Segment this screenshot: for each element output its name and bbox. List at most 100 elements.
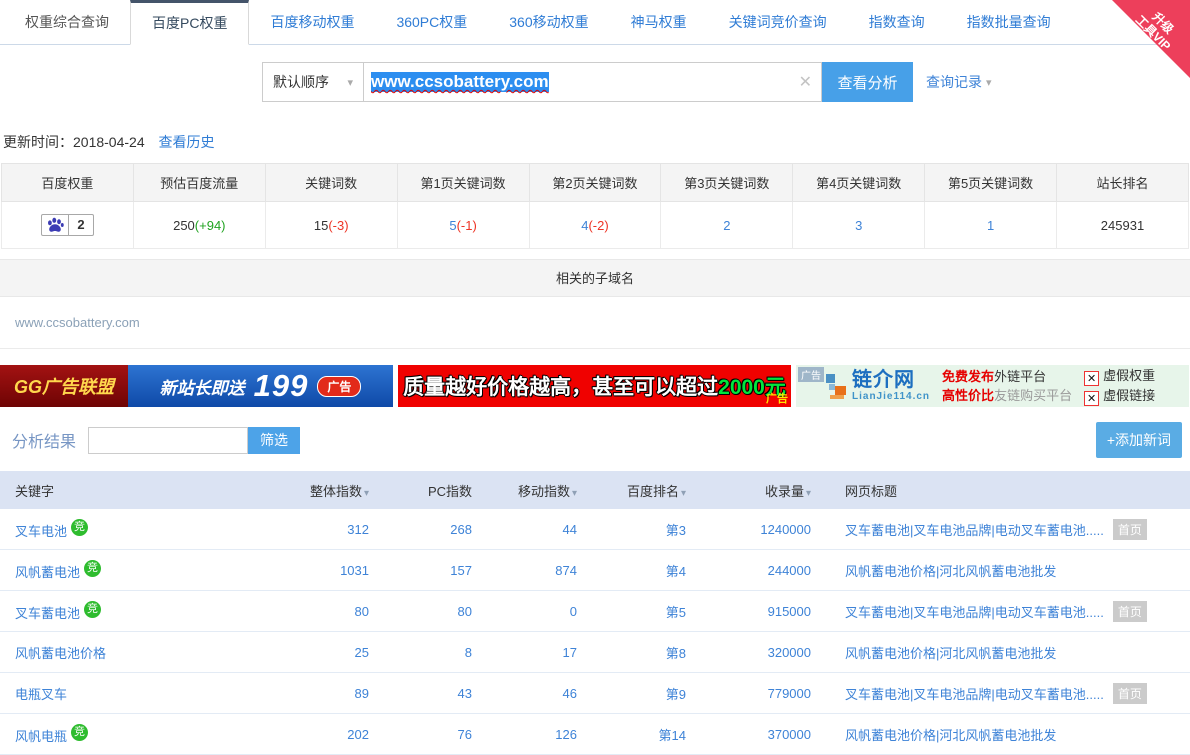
keyword-cell: 风帆电瓶竞 — [0, 724, 300, 745]
column-header-1[interactable]: 整体指数▾ — [300, 481, 375, 500]
ad-banner-price[interactable]: 质量越好价格越高，甚至可以超过2000元 广告 — [398, 365, 791, 407]
overall-index-value[interactable]: 80 — [355, 604, 369, 619]
tab-360-pc-weight[interactable]: 360PC权重 — [375, 0, 488, 44]
rank-cell: 245931 — [1057, 202, 1189, 249]
mobile-index-value[interactable]: 126 — [555, 727, 577, 742]
sort-caret-icon[interactable]: ▾ — [806, 488, 811, 499]
page-title-link[interactable]: 风帆蓄电池价格|河北风帆蓄电池批发 — [845, 643, 1056, 662]
overall-index-value[interactable]: 1031 — [340, 563, 369, 578]
query-records-label: 查询记录 — [926, 72, 982, 92]
tab-360-mobile-weight[interactable]: 360移动权重 — [488, 0, 609, 44]
keyword-link[interactable]: 风帆蓄电池 — [15, 565, 80, 580]
baidu-rank-value[interactable]: 第3 — [666, 523, 686, 538]
collected-cell: 915000 — [692, 604, 817, 619]
keyword-link[interactable]: 叉车电池 — [15, 524, 67, 539]
ad3-line2-lead: 高性价比 — [942, 388, 994, 403]
ad-banner-gg-union[interactable]: GG广告联盟 新站长即送 199 广告 — [0, 365, 393, 407]
page3-value[interactable]: 2 — [723, 218, 730, 233]
page-title-cell: 风帆蓄电池价格|河北风帆蓄电池批发 — [817, 725, 1190, 744]
view-history-link[interactable]: 查看历史 — [159, 134, 215, 150]
tab-index-batch-query[interactable]: 指数批量查询 — [946, 0, 1072, 44]
baidu-rank-cell: 第4 — [583, 561, 692, 580]
sort-caret-icon[interactable]: ▾ — [364, 488, 369, 499]
page5-value[interactable]: 1 — [987, 218, 994, 233]
search-input[interactable]: www.ccsobattery.com ✕ — [364, 62, 822, 102]
keyword-link[interactable]: 电瓶叉车 — [15, 687, 67, 702]
baidu-weight-badge[interactable]: 2 — [41, 214, 93, 236]
tab-baidu-pc-weight[interactable]: 百度PC权重 — [130, 0, 249, 45]
mobile-index-cell: 46 — [478, 686, 583, 701]
pc-index-value[interactable]: 76 — [458, 727, 472, 742]
chevron-down-icon: ▾ — [347, 76, 353, 89]
overall-index-value[interactable]: 89 — [355, 686, 369, 701]
sort-caret-icon[interactable]: ▾ — [681, 488, 686, 499]
filter-input[interactable] — [88, 427, 248, 454]
tab-baidu-mobile-weight[interactable]: 百度移动权重 — [249, 0, 375, 44]
column-header-5[interactable]: 收录量▾ — [692, 481, 817, 500]
overall-index-value[interactable]: 202 — [347, 727, 369, 742]
page4-value[interactable]: 3 — [855, 218, 862, 233]
pc-index-value[interactable]: 268 — [450, 522, 472, 537]
pc-index-value[interactable]: 80 — [458, 604, 472, 619]
mobile-index-value[interactable]: 874 — [555, 563, 577, 578]
table-row: 叉车电池竞 312 268 44 第3 1240000 叉车蓄电池|叉车电池品牌… — [0, 509, 1190, 550]
upgrade-vip-ribbon[interactable]: 升级 工具VIP — [1112, 0, 1190, 78]
ad1-offer: 新站长即送 199 广告 — [128, 365, 393, 407]
keyword-link[interactable]: 风帆电瓶 — [15, 729, 67, 744]
tab-keyword-bidding[interactable]: 关键词竞价查询 — [708, 0, 848, 44]
collected-value[interactable]: 915000 — [768, 604, 811, 619]
mobile-index-cell: 17 — [478, 645, 583, 660]
column-header-3[interactable]: 移动指数▾ — [478, 481, 583, 500]
page-title-link[interactable]: 叉车蓄电池|叉车电池品牌|电动叉车蓄电池..... — [845, 602, 1104, 621]
page3-cell: 2 — [661, 202, 793, 249]
tab-weight-overview[interactable]: 权重综合查询 — [4, 0, 130, 44]
pc-index-value[interactable]: 157 — [450, 563, 472, 578]
baidu-rank-value[interactable]: 第14 — [659, 728, 686, 743]
mobile-index-value[interactable]: 0 — [570, 604, 577, 619]
analysis-filter-row: 分析结果 筛选 +添加新词 — [12, 425, 1182, 455]
page1-value[interactable]: 5 — [449, 218, 456, 233]
column-header-4[interactable]: 百度排名▾ — [583, 481, 692, 500]
stats-header-page1: 第1页关键词数 — [397, 164, 529, 202]
page-title-link[interactable]: 风帆蓄电池价格|河北风帆蓄电池批发 — [845, 725, 1056, 744]
stats-header-traffic: 预估百度流量 — [133, 164, 265, 202]
analyze-button[interactable]: 查看分析 — [822, 62, 913, 102]
overall-index-value[interactable]: 312 — [347, 522, 369, 537]
collected-value[interactable]: 1240000 — [760, 522, 811, 537]
mobile-index-value[interactable]: 44 — [563, 522, 577, 537]
keyword-link[interactable]: 风帆蓄电池价格 — [15, 646, 106, 661]
tab-shenma-weight[interactable]: 神马权重 — [610, 0, 708, 44]
collected-value[interactable]: 370000 — [768, 727, 811, 742]
analysis-result-label: 分析结果 — [12, 428, 76, 452]
collected-value[interactable]: 320000 — [768, 645, 811, 660]
baidu-rank-value[interactable]: 第9 — [666, 687, 686, 702]
subdomains-list: www.ccsobattery.com — [0, 297, 1190, 349]
collected-value[interactable]: 779000 — [768, 686, 811, 701]
mobile-index-value[interactable]: 46 — [563, 686, 577, 701]
add-keyword-button[interactable]: +添加新词 — [1096, 422, 1182, 458]
sort-order-select[interactable]: 默认顺序 ▾ — [262, 62, 364, 102]
clear-icon[interactable]: ✕ — [799, 72, 812, 92]
pc-index-value[interactable]: 43 — [458, 686, 472, 701]
query-records-link[interactable]: 查询记录 ▾ — [926, 62, 992, 102]
overall-index-value[interactable]: 25 — [355, 645, 369, 660]
baidu-rank-value[interactable]: 第4 — [666, 564, 686, 579]
stats-header-keywords: 关键词数 — [265, 164, 397, 202]
page-title-link[interactable]: 叉车蓄电池|叉车电池品牌|电动叉车蓄电池..... — [845, 520, 1104, 539]
collected-value[interactable]: 244000 — [768, 563, 811, 578]
subdomain-link[interactable]: www.ccsobattery.com — [15, 315, 140, 330]
search-query-selected-text: www.ccsobattery.com — [371, 72, 549, 92]
sort-caret-icon[interactable]: ▾ — [572, 488, 577, 499]
keyword-link[interactable]: 叉车蓄电池 — [15, 606, 80, 621]
filter-button[interactable]: 筛选 — [248, 427, 300, 454]
ad3-line1-lead: 免费发布 — [942, 369, 994, 384]
page-title-link[interactable]: 叉车蓄电池|叉车电池品牌|电动叉车蓄电池..... — [845, 684, 1104, 703]
tab-index-query[interactable]: 指数查询 — [848, 0, 946, 44]
baidu-rank-value[interactable]: 第5 — [666, 605, 686, 620]
ad3-site-url: LianJie114.cn — [852, 392, 930, 402]
ad-banner-lianjie[interactable]: 广告 链介网 LianJie114.cn 免费发布外链平台 高性价比友链购买平台… — [796, 365, 1189, 407]
baidu-rank-value[interactable]: 第8 — [666, 646, 686, 661]
mobile-index-value[interactable]: 17 — [563, 645, 577, 660]
page-title-link[interactable]: 风帆蓄电池价格|河北风帆蓄电池批发 — [845, 561, 1056, 580]
pc-index-value[interactable]: 8 — [465, 645, 472, 660]
